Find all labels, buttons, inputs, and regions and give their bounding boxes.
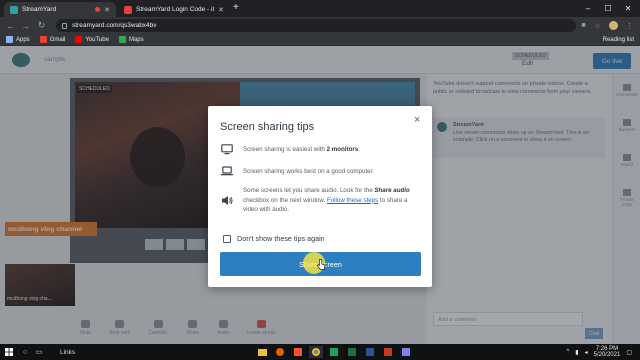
lock-icon bbox=[62, 22, 67, 29]
clock-date: 5/20/2021 bbox=[593, 352, 621, 358]
star-icon[interactable]: ☆ bbox=[592, 20, 603, 31]
browser-tab-strip: StreamYard ✕ StreamYard Login Code - its… bbox=[0, 0, 640, 17]
close-tab-icon[interactable]: ✕ bbox=[218, 6, 224, 14]
tip-text: Screen sharing is easiest with bbox=[243, 146, 327, 153]
bookmark-maps[interactable]: Maps bbox=[118, 36, 144, 43]
chrome-icon[interactable] bbox=[309, 346, 324, 358]
monitor-icon bbox=[221, 143, 233, 155]
app-icon[interactable] bbox=[399, 346, 413, 358]
tip-bold-text: Share audio bbox=[374, 187, 410, 194]
bookmark-label: Gmail bbox=[49, 36, 66, 43]
bookmark-apps[interactable]: Apps bbox=[6, 36, 30, 43]
mouse-cursor-highlight bbox=[303, 252, 325, 274]
bookmark-youtube[interactable]: YouTube bbox=[75, 36, 109, 43]
recording-dot-icon bbox=[95, 7, 101, 12]
reading-list-button[interactable]: Reading list bbox=[603, 37, 634, 43]
tip-text: Some screens let you share audio. Look f… bbox=[243, 187, 375, 194]
close-icon[interactable]: × bbox=[414, 114, 420, 126]
windows-start-icon[interactable] bbox=[0, 346, 18, 358]
search-icon[interactable]: ○ bbox=[18, 346, 32, 358]
speaker-icon bbox=[221, 194, 233, 206]
hand-cursor-icon bbox=[317, 259, 325, 270]
tab-streamyard[interactable]: StreamYard ✕ bbox=[4, 2, 116, 17]
system-tray: ^ ▮ ◂ 7:26 PM 5/20/2021 ▢ bbox=[566, 344, 640, 360]
menu-dots-icon[interactable]: ⋮ bbox=[624, 20, 635, 31]
bookmarks-bar: Apps Gmail YouTube Maps Reading list bbox=[0, 34, 640, 46]
minimize-window-button[interactable]: – bbox=[578, 2, 598, 14]
reload-icon[interactable]: ↻ bbox=[35, 19, 48, 32]
tip-text: checkbox on the next window. bbox=[243, 196, 327, 204]
url-text: streamyard.com/qs3wabx4bv bbox=[72, 22, 157, 29]
laptop-icon bbox=[221, 165, 233, 177]
reading-list-label: Reading list bbox=[602, 36, 634, 43]
word-icon[interactable] bbox=[363, 346, 377, 358]
tab-title: StreamYard Login Code - itsmep bbox=[136, 6, 214, 13]
windows-taskbar: ○ ▭ Links bbox=[0, 344, 640, 360]
bookmark-gmail[interactable]: Gmail bbox=[39, 36, 66, 43]
tip-text: Screen sharing works best on a good comp… bbox=[243, 168, 375, 175]
maps-icon bbox=[118, 36, 126, 43]
maximize-window-button[interactable]: ☐ bbox=[598, 2, 618, 14]
dont-show-tips-checkbox[interactable]: Don't show these tips again bbox=[223, 234, 325, 243]
tip-computer: Screen sharing works best on a good comp… bbox=[221, 165, 417, 177]
clock[interactable]: 7:26 PM 5/20/2021 bbox=[594, 346, 621, 359]
apps-grid-icon bbox=[6, 36, 13, 43]
bookmark-label: YouTube bbox=[85, 36, 109, 43]
task-view-icon[interactable]: ▭ bbox=[32, 346, 46, 358]
youtube-icon bbox=[75, 36, 83, 43]
new-tab-button[interactable]: + bbox=[233, 2, 239, 13]
bookmark-label: Apps bbox=[16, 36, 30, 43]
checkbox-box[interactable] bbox=[223, 234, 231, 243]
close-tab-icon[interactable]: ✕ bbox=[104, 6, 110, 14]
gmail-icon bbox=[39, 36, 47, 43]
tip-text: . bbox=[358, 146, 360, 153]
address-bar[interactable]: streamyard.com/qs3wabx4bv bbox=[56, 19, 576, 32]
clock-time: 7:26 PM bbox=[595, 345, 619, 352]
browser-toolbar: ← → ↻ streamyard.com/qs3wabx4bv ■ ☆ ⋮ bbox=[0, 17, 640, 34]
gmail-favicon-icon bbox=[124, 5, 132, 14]
network-icon[interactable]: ▮ bbox=[575, 349, 578, 356]
tip-bold-text: 2 monitors bbox=[326, 146, 359, 153]
app-icon[interactable] bbox=[327, 346, 341, 358]
tab-title: StreamYard bbox=[22, 6, 57, 13]
profile-avatar[interactable] bbox=[608, 20, 619, 31]
close-window-button[interactable]: ✕ bbox=[618, 2, 638, 14]
tip-audio: Some screens let you share audio. Look f… bbox=[221, 186, 417, 215]
follow-steps-link[interactable]: Follow these steps bbox=[327, 197, 378, 204]
streamyard-favicon-icon bbox=[10, 5, 18, 14]
notifications-icon[interactable]: ▢ bbox=[626, 349, 632, 356]
file-explorer-icon[interactable] bbox=[255, 346, 269, 358]
excel-icon[interactable] bbox=[345, 346, 359, 358]
tip-monitors: Screen sharing is easiest with 2 monitor… bbox=[221, 143, 417, 155]
forward-arrow-icon[interactable]: → bbox=[19, 19, 32, 32]
chevron-up-icon[interactable]: ^ bbox=[566, 349, 569, 355]
links-toolbar[interactable]: Links bbox=[60, 349, 75, 356]
tab-streamyard-login[interactable]: StreamYard Login Code - itsmep ✕ bbox=[118, 2, 230, 17]
dialog-title: Screen sharing tips bbox=[220, 121, 315, 133]
app-icon[interactable] bbox=[381, 346, 395, 358]
camera-icon[interactable]: ■ bbox=[578, 20, 589, 31]
bookmark-label: Maps bbox=[128, 36, 144, 43]
brave-icon[interactable] bbox=[291, 346, 305, 358]
firefox-icon[interactable] bbox=[273, 346, 287, 358]
volume-icon[interactable]: ◂ bbox=[585, 349, 588, 356]
back-arrow-icon[interactable]: ← bbox=[4, 19, 17, 32]
checkbox-label: Don't show these tips again bbox=[237, 234, 325, 243]
